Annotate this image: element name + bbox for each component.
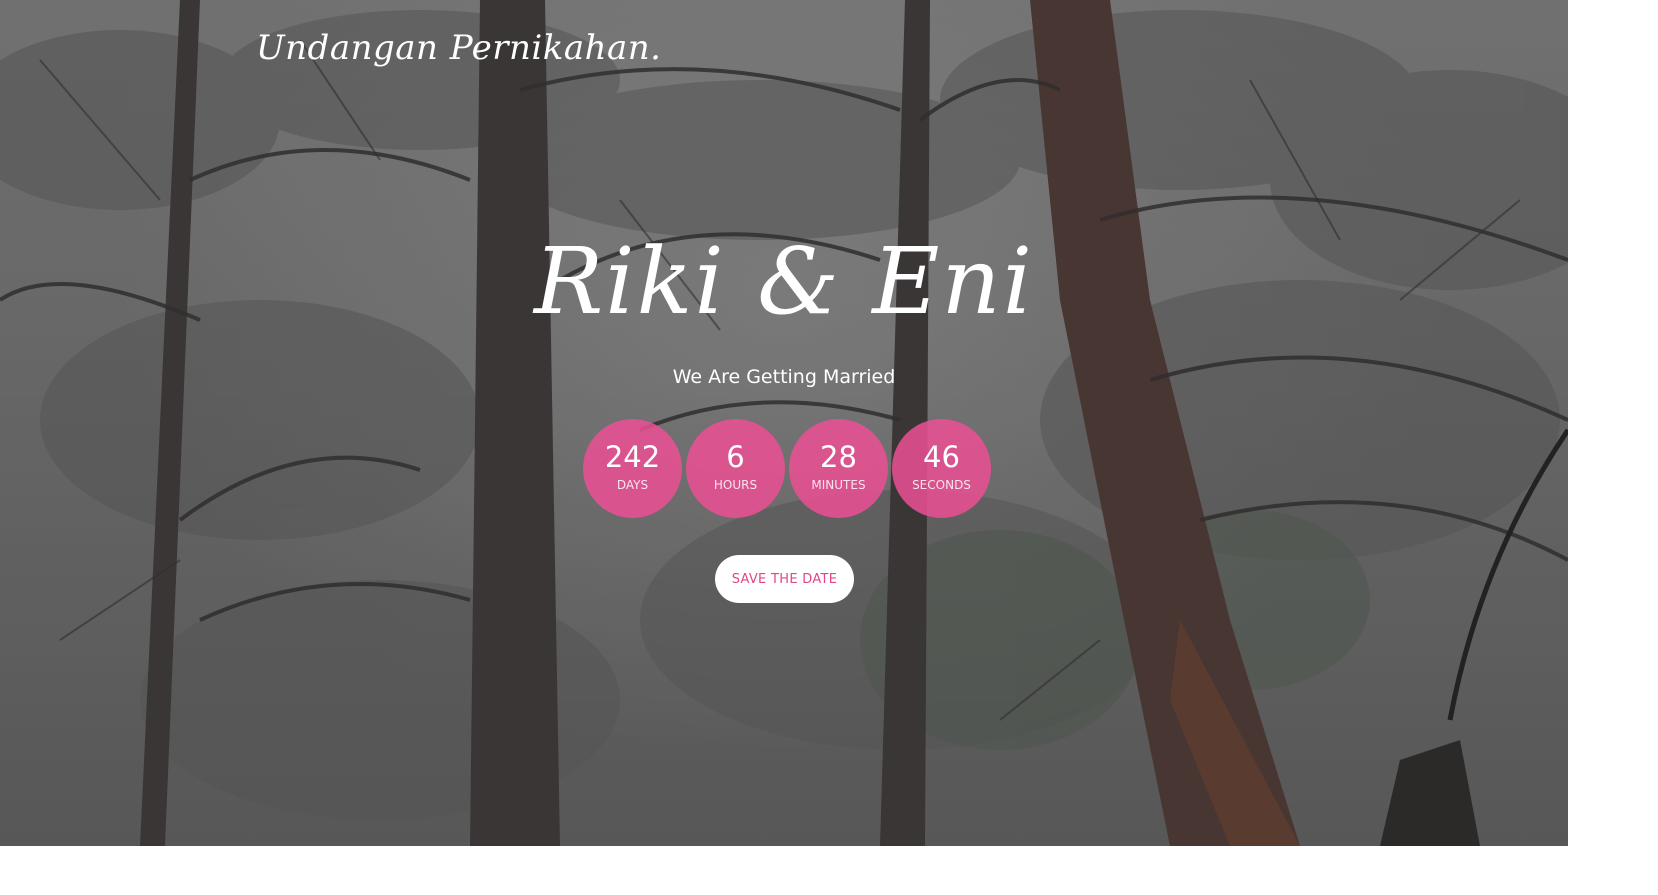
countdown-hours: 6 HOURS [686, 419, 785, 518]
countdown-seconds: 46 SECONDS [892, 419, 991, 518]
tagline: We Are Getting Married [672, 366, 896, 388]
countdown-minutes: 28 MINUTES [789, 419, 888, 518]
countdown-days-label: DAYS [616, 478, 649, 492]
countdown-days: 242 DAYS [583, 419, 682, 518]
countdown-days-value: 242 [604, 440, 661, 474]
countdown-timer: 242 DAYS 6 HOURS 28 MINUTES 46 SECONDS [583, 419, 991, 518]
hero-section: Undangan Pernikahan. Riki & Eni We Are G… [0, 0, 1568, 846]
save-the-date-button[interactable]: SAVE THE DATE [715, 555, 854, 603]
countdown-hours-label: HOURS [713, 478, 758, 492]
countdown-minutes-value: 28 [820, 440, 857, 474]
countdown-minutes-label: MINUTES [811, 478, 866, 492]
page-margin-right [1568, 0, 1658, 895]
countdown-hours-value: 6 [726, 440, 745, 474]
couple-names-title: Riki & Eni [533, 228, 1035, 335]
countdown-seconds-label: SECONDS [912, 478, 971, 492]
brand-logo[interactable]: Undangan Pernikahan. [256, 28, 661, 68]
countdown-seconds-value: 46 [923, 440, 960, 474]
page-margin-bottom [0, 846, 1568, 895]
